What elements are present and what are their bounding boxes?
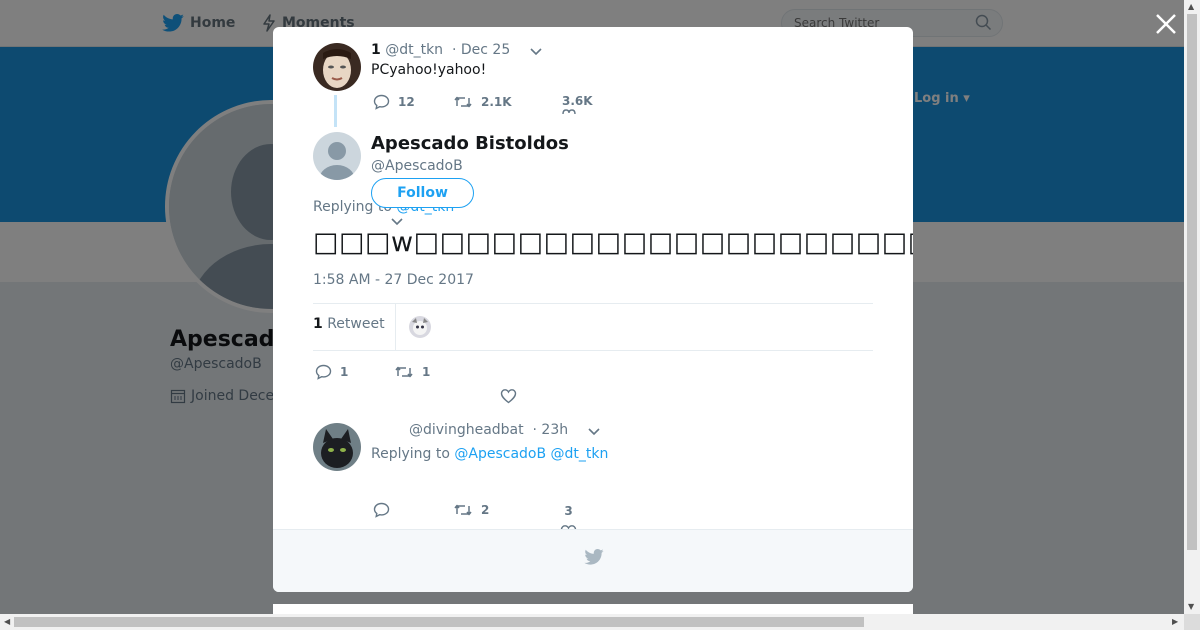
- reply-tweet-replying-to: Replying to @ApescadoB @dt_tkn: [371, 446, 608, 462]
- parent-like-action[interactable]: 3.6K: [562, 94, 593, 115]
- chevron-down-icon[interactable]: [529, 47, 543, 57]
- parent-tweet-handle[interactable]: @dt_tkn: [385, 42, 443, 58]
- main-tweet-timestamp[interactable]: 1:58 AM - 27 Dec 2017: [313, 272, 474, 288]
- thread-connector-line: [334, 95, 337, 127]
- horizontal-scroll-thumb[interactable]: [14, 617, 864, 627]
- reply-tweet-handle[interactable]: @divingheadbat: [409, 422, 524, 438]
- main-retweet-icon: [395, 366, 413, 378]
- horizontal-scrollbar[interactable]: ◀ ▶: [0, 614, 1184, 630]
- main-retweet-action[interactable]: 1: [394, 364, 430, 380]
- reply-tweet-retweet-count: 2: [481, 503, 490, 517]
- scroll-left-arrow-icon[interactable]: ◀: [4, 617, 10, 626]
- scroll-up-arrow-icon[interactable]: ▲: [1188, 2, 1194, 11]
- stats-vertical-divider: [395, 304, 396, 350]
- next-modal-edge: [273, 604, 913, 614]
- reply-tweet-time[interactable]: · 23h: [533, 422, 569, 438]
- reply-tweet-retweet-icon: [454, 504, 472, 516]
- main-chevron-down-icon[interactable]: [390, 217, 404, 227]
- parent-reply-action[interactable]: 12: [373, 94, 415, 110]
- parent-tweet-text: PCyahoo!yahoo!: [371, 62, 487, 78]
- stats-divider-bottom: [313, 350, 873, 351]
- modal-footer: [273, 529, 913, 592]
- retweet-stat-count: 1: [313, 316, 323, 332]
- parent-retweet-action[interactable]: 2.1K: [453, 94, 512, 110]
- parent-tweet-header: 1 @dt_tkn · Dec 25: [371, 42, 510, 58]
- reply-tweet-reply-icon: [373, 502, 390, 518]
- main-reply-count: 1: [340, 365, 349, 379]
- reply-tweet-avatar[interactable]: [313, 423, 361, 471]
- reply-tweet-reply-action[interactable]: [373, 502, 390, 518]
- scroll-right-arrow-icon[interactable]: ▶: [1172, 617, 1178, 626]
- reply-replying-prefix: Replying to: [371, 446, 450, 462]
- main-tweet-avatar[interactable]: [313, 132, 361, 180]
- parent-reply-count: 12: [398, 95, 415, 109]
- scroll-down-arrow-icon[interactable]: ▼: [1188, 602, 1194, 611]
- main-reply-icon: [315, 364, 332, 380]
- heart-icon: [562, 109, 576, 115]
- reply-chevron-down-icon[interactable]: [587, 427, 601, 437]
- follow-button[interactable]: Follow: [371, 178, 474, 208]
- parent-tweet-display-name[interactable]: 1: [371, 42, 381, 58]
- main-reply-action[interactable]: 1: [315, 364, 348, 380]
- reply-tweet-retweet-action[interactable]: 2: [453, 502, 489, 518]
- parent-tweet-date[interactable]: · Dec 25: [452, 42, 510, 58]
- parent-tweet-avatar[interactable]: [313, 43, 361, 91]
- retweet-icon: [454, 96, 472, 108]
- reply-icon: [373, 94, 390, 110]
- main-like-heart-icon[interactable]: [500, 388, 517, 404]
- stats-divider-top: [313, 303, 873, 304]
- parent-like-count: 3.6K: [562, 94, 593, 108]
- reply-replying-to-links[interactable]: @ApescadoB @dt_tkn: [454, 446, 608, 462]
- main-retweet-count: 1: [422, 365, 431, 379]
- main-tweet-handle[interactable]: @ApescadoB: [371, 158, 463, 174]
- vertical-scroll-thumb[interactable]: [1187, 14, 1197, 550]
- close-icon[interactable]: [1154, 12, 1178, 36]
- retweeter-avatar[interactable]: [409, 316, 431, 338]
- scrollbar-corner: [1184, 614, 1200, 630]
- parent-retweet-count: 2.1K: [481, 95, 512, 109]
- footer-twitter-bird-icon: [584, 549, 604, 565]
- reply-tweet-like-count: 3: [564, 504, 573, 518]
- reply-tweet-header: @divingheadbat · 23h: [409, 422, 568, 438]
- main-tweet-name[interactable]: Apescado Bistoldos: [371, 133, 569, 154]
- tweet-permalink-modal: 1 @dt_tkn · Dec 25 PCyahoo!yahoo! 12 2.1…: [273, 27, 913, 592]
- vertical-scrollbar[interactable]: ▲ ▼: [1184, 0, 1200, 614]
- retweet-stats[interactable]: 1 Retweet: [313, 316, 385, 332]
- main-tweet-text: □□□w□□□□□□□□□□□□□□□□□□□□□□□□□□□□□□□□□□□□…: [313, 227, 913, 258]
- retweet-stat-label: Retweet: [327, 316, 385, 332]
